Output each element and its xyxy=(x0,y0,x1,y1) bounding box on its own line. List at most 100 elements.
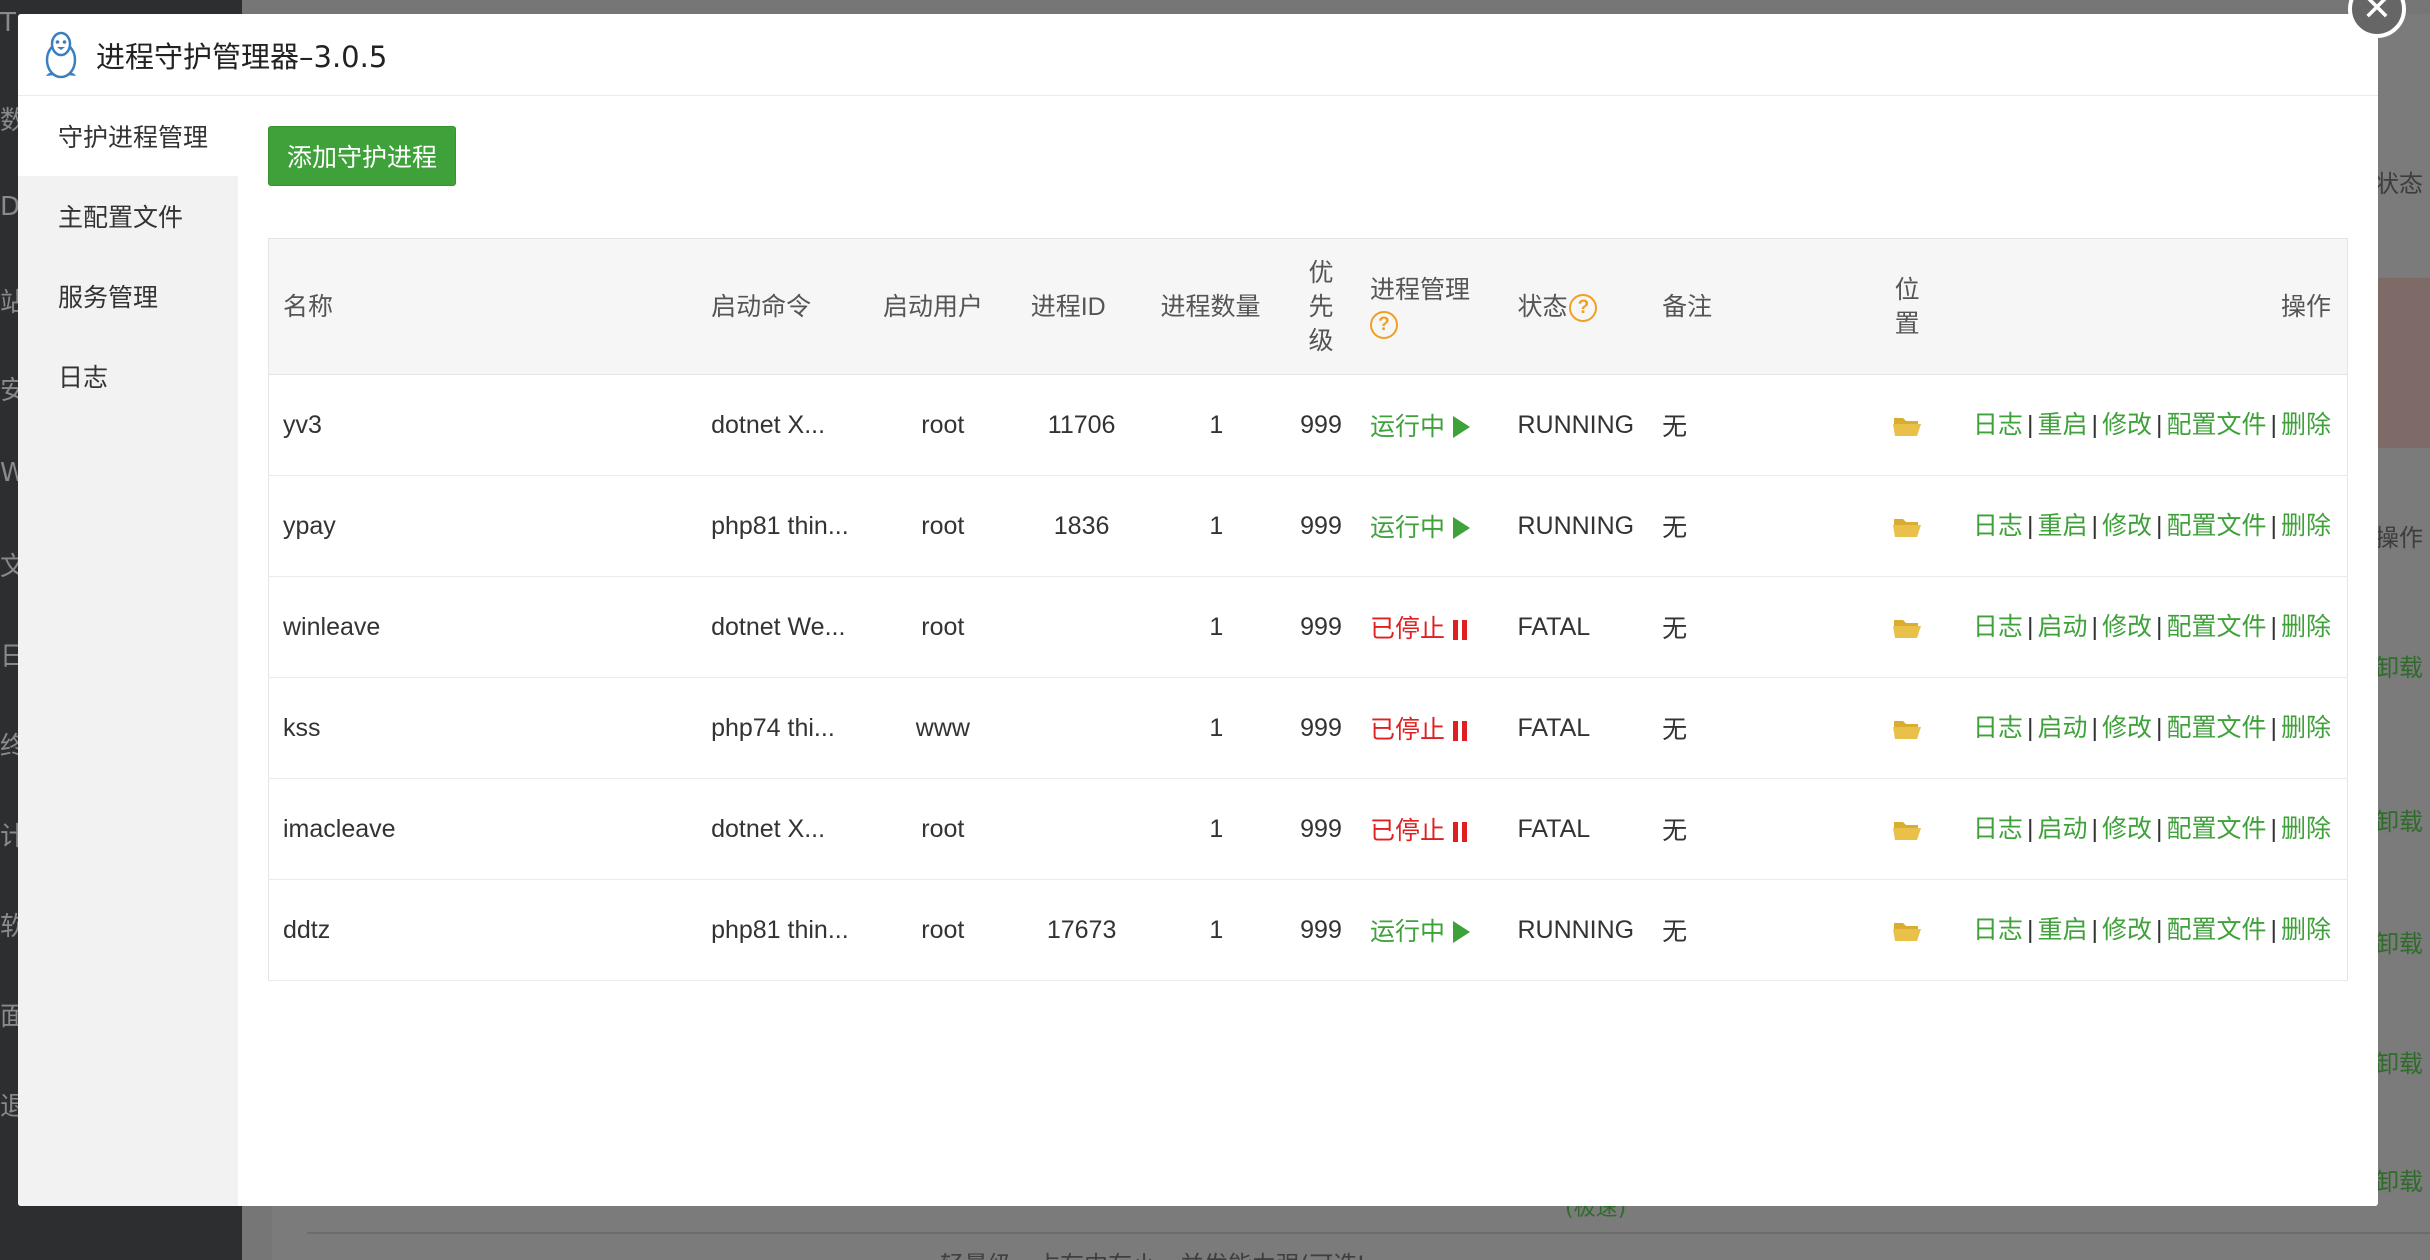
action-log[interactable]: 日志 xyxy=(1973,714,2023,742)
header-command: 启动命令 xyxy=(697,238,870,375)
action-log[interactable]: 日志 xyxy=(1973,815,2023,843)
cell-status: RUNNING xyxy=(1503,475,1649,577)
cell-remark: 无 xyxy=(1648,475,1878,577)
action-delete[interactable]: 删除 xyxy=(2281,613,2331,641)
cell-status: RUNNING xyxy=(1503,879,1649,981)
action-delete[interactable]: 删除 xyxy=(2281,512,2331,540)
background-highlight xyxy=(2378,278,2430,448)
action-log[interactable]: 日志 xyxy=(1973,613,2023,641)
cell-status: RUNNING xyxy=(1503,374,1649,476)
cell-name: kss xyxy=(268,677,698,779)
cell-manage[interactable]: 运行中 xyxy=(1355,879,1504,981)
add-process-button[interactable]: 添加守护进程 xyxy=(268,126,456,186)
nav-item-logs[interactable]: 日志 xyxy=(18,336,238,416)
cell-location xyxy=(1877,475,1938,577)
bg-uninstall-link: 卸载 xyxy=(2375,1168,2423,1196)
action-log[interactable]: 日志 xyxy=(1973,512,2023,540)
help-circle-icon[interactable]: ? xyxy=(1369,310,1398,339)
folder-icon[interactable] xyxy=(1892,515,1922,539)
folder-icon[interactable] xyxy=(1892,414,1922,438)
action-config-file[interactable]: 配置文件 xyxy=(2166,512,2266,540)
cell-priority: 999 xyxy=(1286,778,1356,880)
play-icon[interactable] xyxy=(1452,517,1470,539)
folder-icon[interactable] xyxy=(1892,818,1922,842)
action-config-file[interactable]: 配置文件 xyxy=(2166,411,2266,439)
bg-uninstall-link: 卸载 xyxy=(2375,654,2423,682)
cell-count: 1 xyxy=(1146,778,1287,880)
play-icon[interactable] xyxy=(1452,416,1470,438)
action-restart-start[interactable]: 启动 xyxy=(2037,714,2087,742)
cell-priority: 999 xyxy=(1286,374,1356,476)
action-delete[interactable]: 删除 xyxy=(2281,714,2331,742)
table-row: winleave dotnet We... root 1 999 已停止 FAT… xyxy=(268,576,2349,678)
process-state-label[interactable]: 已停止 xyxy=(1370,817,1445,845)
cell-user: root xyxy=(869,576,1017,678)
action-config-file[interactable]: 配置文件 xyxy=(2166,916,2266,944)
table-row: ddtz php81 thin... root 17673 1 999 运行中 … xyxy=(268,879,2349,981)
action-edit[interactable]: 修改 xyxy=(2102,815,2152,843)
action-restart-start[interactable]: 启动 xyxy=(2037,613,2087,641)
cell-status: FATAL xyxy=(1503,778,1649,880)
action-delete[interactable]: 删除 xyxy=(2281,916,2331,944)
cell-location xyxy=(1877,778,1938,880)
action-delete[interactable]: 删除 xyxy=(2281,815,2331,843)
table-row: imacleave dotnet X... root 1 999 已停止 FAT… xyxy=(268,778,2349,880)
cell-manage[interactable]: 已停止 xyxy=(1355,778,1504,880)
action-log[interactable]: 日志 xyxy=(1973,411,2023,439)
modal-close-button[interactable]: ✕ xyxy=(2348,0,2408,40)
process-state-label[interactable]: 运行中 xyxy=(1370,918,1445,946)
modal-content: 添加守护进程 名称 启动命令 启动用户 进程ID 进程数量 优先级 进程管理 ?… xyxy=(238,96,2378,1206)
nav-item-process-management[interactable]: 守护进程管理 xyxy=(18,96,238,176)
process-state-label[interactable]: 已停止 xyxy=(1370,716,1445,744)
action-edit[interactable]: 修改 xyxy=(2102,916,2152,944)
pause-icon[interactable] xyxy=(1452,721,1467,741)
folder-icon[interactable] xyxy=(1892,616,1922,640)
close-icon[interactable]: ✕ xyxy=(2348,0,2406,38)
modal-title: 进程守护管理器–3.0.5 xyxy=(96,39,388,74)
action-edit[interactable]: 修改 xyxy=(2102,512,2152,540)
folder-icon[interactable] xyxy=(1892,717,1922,741)
header-priority-label: 优先级 xyxy=(1308,258,1334,355)
action-restart-start[interactable]: 重启 xyxy=(2037,411,2087,439)
cell-remark: 无 xyxy=(1648,879,1878,981)
cell-command: dotnet X... xyxy=(697,778,870,880)
cell-location xyxy=(1877,374,1938,476)
action-delete[interactable]: 删除 xyxy=(2281,411,2331,439)
nav-item-service-management[interactable]: 服务管理 xyxy=(18,256,238,336)
process-manager-modal: 进程守护管理器–3.0.5 守护进程管理 主配置文件 服务管理 日志 添加守护进… xyxy=(18,14,2378,1206)
process-state-label[interactable]: 运行中 xyxy=(1370,514,1445,542)
action-config-file[interactable]: 配置文件 xyxy=(2166,613,2266,641)
modal-body: 守护进程管理 主配置文件 服务管理 日志 添加守护进程 名称 启动命令 启动用户 xyxy=(18,96,2378,1206)
header-count: 进程数量 xyxy=(1146,238,1287,375)
action-config-file[interactable]: 配置文件 xyxy=(2166,815,2266,843)
pause-icon[interactable] xyxy=(1452,620,1467,640)
header-user: 启动用户 xyxy=(869,238,1017,375)
play-icon[interactable] xyxy=(1452,921,1470,943)
process-state-label[interactable]: 已停止 xyxy=(1370,615,1445,643)
cell-manage[interactable]: 运行中 xyxy=(1355,475,1504,577)
cell-manage[interactable]: 已停止 xyxy=(1355,677,1504,779)
action-edit[interactable]: 修改 xyxy=(2102,714,2152,742)
bg-actions-header: 操作 xyxy=(2375,524,2423,552)
pause-icon[interactable] xyxy=(1452,822,1467,842)
action-config-file[interactable]: 配置文件 xyxy=(2166,714,2266,742)
cell-manage[interactable]: 运行中 xyxy=(1355,374,1504,476)
action-restart-start[interactable]: 重启 xyxy=(2037,916,2087,944)
action-restart-start[interactable]: 启动 xyxy=(2037,815,2087,843)
help-circle-icon[interactable]: ? xyxy=(1569,293,1598,322)
cell-status: FATAL xyxy=(1503,677,1649,779)
folder-icon[interactable] xyxy=(1892,919,1922,943)
action-restart-start[interactable]: 重启 xyxy=(2037,512,2087,540)
action-log[interactable]: 日志 xyxy=(1973,916,2023,944)
cell-priority: 999 xyxy=(1286,475,1356,577)
nav-item-main-config[interactable]: 主配置文件 xyxy=(18,176,238,256)
cell-manage[interactable]: 已停止 xyxy=(1355,576,1504,678)
header-location: 位置 xyxy=(1877,238,1938,375)
cell-command: dotnet We... xyxy=(697,576,870,678)
process-state-label[interactable]: 运行中 xyxy=(1370,413,1445,441)
action-edit[interactable]: 修改 xyxy=(2102,613,2152,641)
cell-user: www xyxy=(869,677,1017,779)
table-row: ypay php81 thin... root 1836 1 999 运行中 R… xyxy=(268,475,2349,577)
cell-command: dotnet X... xyxy=(697,374,870,476)
action-edit[interactable]: 修改 xyxy=(2102,411,2152,439)
